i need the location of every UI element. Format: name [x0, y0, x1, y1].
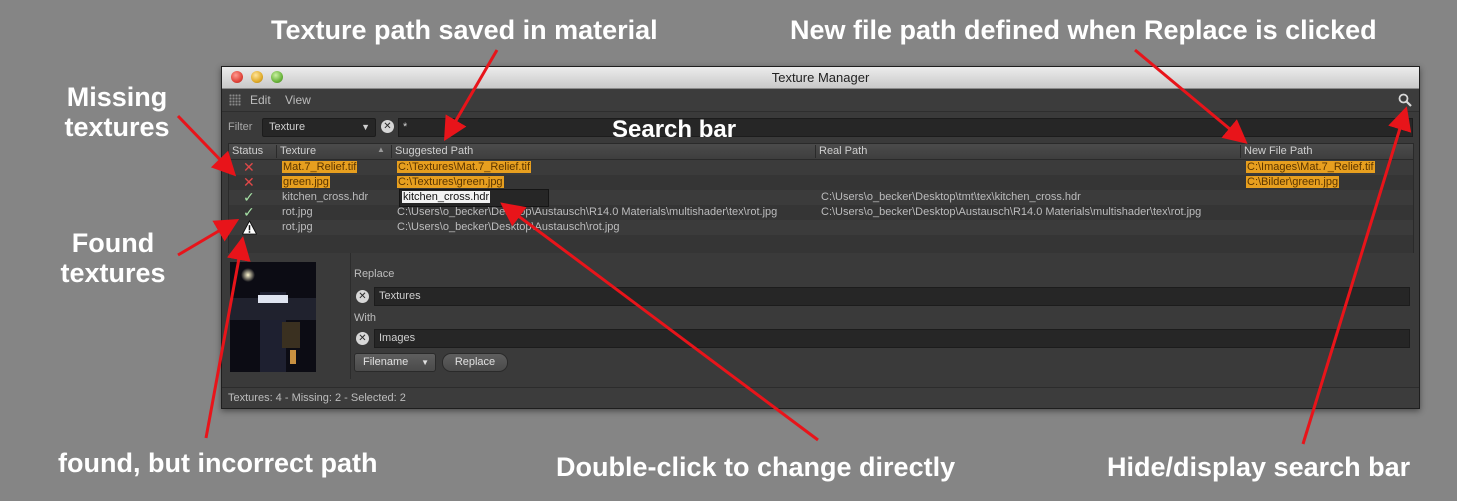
replace-label: Replace: [354, 268, 395, 280]
search-input-value: *: [403, 121, 408, 133]
annotation-search-bar: Search bar: [612, 116, 737, 143]
divider: [350, 253, 351, 379]
suggested-path: C:\Textures\Mat.7_Relief.tif: [397, 161, 532, 173]
real-path: C:\Users\o_becker\Desktop\tmt\tex\kitche…: [821, 191, 1081, 203]
title-bar: Texture Manager: [222, 67, 1419, 89]
menu-edit[interactable]: Edit: [250, 93, 271, 107]
menu-view[interactable]: View: [285, 93, 311, 107]
replace-mode-value: Filename: [363, 356, 409, 368]
window-title: Texture Manager: [771, 70, 870, 85]
with-input-value: Images: [379, 332, 416, 344]
menu-bar: Edit View: [222, 89, 1419, 112]
sort-arrow-icon: ▲: [377, 145, 385, 154]
search-bar: Filter Texture ▼ ✕ *: [222, 113, 1419, 141]
texture-name: green.jpg: [282, 176, 330, 188]
suggested-path-edit-value: kitchen_cross.hdr: [402, 191, 491, 203]
status-bar: Textures: 4 - Missing: 2 - Selected: 2: [222, 387, 1419, 408]
column-new-file-path[interactable]: New File Path: [1241, 145, 1413, 158]
column-status[interactable]: Status: [229, 145, 277, 158]
status-text: Textures: 4 - Missing: 2 - Selected: 2: [228, 392, 406, 404]
replace-input-value: Textures: [379, 290, 421, 302]
annotation-missing-line1: Missing: [66, 82, 168, 112]
table-row[interactable]: ✕ Mat.7_Relief.tif C:\Textures\Mat.7_Rel…: [229, 160, 1413, 175]
texture-preview-thumbnail: [230, 262, 316, 372]
texture-manager-window: Texture Manager Edit View Filter Texture…: [221, 66, 1420, 409]
table-row[interactable]: rot.jpg C:\Users\o_becker\Desktop\Austau…: [229, 220, 1413, 235]
annotation-missing-line2: textures: [64, 112, 170, 142]
replace-mode-dropdown[interactable]: Filename ▼: [354, 353, 436, 372]
cross-icon: ✕: [243, 174, 255, 190]
with-input[interactable]: Images: [374, 329, 1410, 348]
suggested-path: C:\Textures\green.jpg: [397, 176, 504, 188]
suggested-path: C:\Users\o_becker\Desktop\Austausch\R14.…: [397, 206, 778, 218]
annotation-texture-path: Texture path saved in material: [271, 15, 658, 45]
texture-name: rot.jpg: [282, 221, 313, 233]
annotation-double-click: Double-click to change directly: [556, 452, 956, 482]
texture-name: rot.jpg: [282, 206, 313, 218]
replace-input[interactable]: Textures: [374, 287, 1410, 306]
annotation-new-file-path: New file path defined when Replace is cl…: [790, 15, 1377, 45]
new-file-path: C:\Images\Mat.7_Relief.tif: [1246, 161, 1375, 173]
suggested-path: C:\Users\o_becker\Desktop\Austausch\rot.…: [397, 221, 620, 233]
column-suggested-path[interactable]: Suggested Path: [392, 145, 816, 158]
chevron-down-icon: ▼: [361, 122, 370, 132]
warning-icon: [242, 220, 257, 235]
annotation-missing: Missing textures: [52, 82, 182, 142]
annotation-found: Found textures: [48, 228, 178, 288]
real-path: C:\Users\o_becker\Desktop\Austausch\R14.…: [821, 206, 1202, 218]
column-real-path[interactable]: Real Path: [816, 145, 1241, 158]
replace-button[interactable]: Replace: [442, 353, 508, 372]
filter-label: Filter: [228, 121, 253, 133]
annotation-found-line1: Found: [71, 228, 155, 258]
column-texture[interactable]: Texture: [277, 145, 392, 158]
texture-name: kitchen_cross.hdr: [282, 191, 369, 203]
search-icon[interactable]: [1397, 92, 1413, 108]
clear-with-icon[interactable]: ✕: [356, 332, 369, 345]
replace-panel: Replace ✕ Textures With ✕ Images Filenam…: [222, 253, 1419, 387]
search-input[interactable]: *: [398, 118, 1413, 137]
check-icon: ✓: [243, 189, 255, 205]
annotation-incorrect-path: found, but incorrect path: [58, 448, 378, 478]
with-label: With: [354, 312, 376, 324]
annotation-found-line2: textures: [60, 258, 166, 288]
clear-replace-icon[interactable]: ✕: [356, 290, 369, 303]
cross-icon: ✕: [243, 159, 255, 175]
clear-filter-icon[interactable]: ✕: [381, 120, 394, 133]
filter-type-dropdown[interactable]: Texture ▼: [262, 118, 376, 137]
grip-icon[interactable]: [229, 94, 241, 106]
table-row[interactable]: ✓ rot.jpg C:\Users\o_becker\Desktop\Aust…: [229, 205, 1413, 220]
texture-name: Mat.7_Relief.tif: [282, 161, 358, 173]
table-header: Status Texture ▲ Suggested Path Real Pat…: [229, 144, 1413, 160]
check-icon: ✓: [243, 204, 255, 220]
filter-type-value: Texture: [269, 121, 306, 133]
new-file-path: C:\Bilder\green.jpg: [1246, 176, 1340, 188]
table-row[interactable]: ✕ green.jpg C:\Textures\green.jpg C:\Bil…: [229, 175, 1413, 190]
table-row[interactable]: ✓ kitchen_cross.hdr kitchen_cross.hdr C:…: [229, 189, 1413, 207]
annotation-hide-display: Hide/display search bar: [1107, 452, 1411, 482]
chevron-down-icon: ▼: [421, 358, 429, 367]
texture-table: Status Texture ▲ Suggested Path Real Pat…: [228, 143, 1414, 254]
